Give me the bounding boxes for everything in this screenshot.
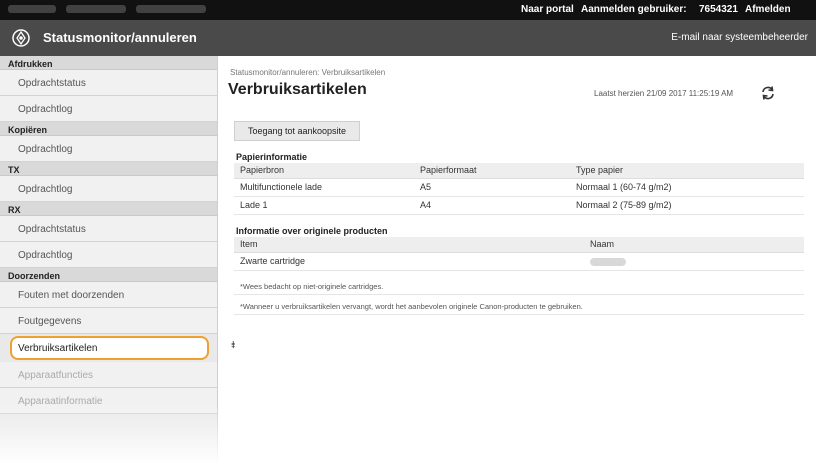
sidebar-section-rx: RX <box>0 202 217 216</box>
page-header-title: Statusmonitor/annuleren <box>43 30 197 45</box>
login-user-label: Aanmelden gebruiker: <box>581 4 687 15</box>
paper-size-cell: A5 <box>414 178 570 197</box>
top-bar: Naar portal Aanmelden gebruiker: 7654321… <box>0 0 816 20</box>
col-item: Item <box>234 237 584 253</box>
back-to-top-icon[interactable]: ⯒ <box>231 338 235 355</box>
refresh-icon[interactable] <box>760 85 776 101</box>
logout-link[interactable]: Afmelden <box>745 4 791 15</box>
blurred-cartridge-name <box>590 257 626 266</box>
sidebar: Afdrukken Opdrachtstatus Opdrachtlog Kop… <box>0 56 218 463</box>
name-cell <box>584 252 804 271</box>
paper-size-cell: A4 <box>414 196 570 215</box>
sidebar-item-error-data[interactable]: Foutgegevens <box>0 308 217 334</box>
sidebar-fade-overlay <box>0 403 218 463</box>
paper-type-cell: Normaal 1 (60-74 g/m2) <box>570 178 804 197</box>
header-bar: Statusmonitor/annuleren E-mail naar syst… <box>0 20 816 56</box>
table-row: Zwarte cartridge <box>234 252 804 271</box>
breadcrumb: Statusmonitor/annuleren: Verbruiksartike… <box>230 68 386 77</box>
paper-source-cell: Lade 1 <box>234 196 414 215</box>
sidebar-item-rx-job-status[interactable]: Opdrachtstatus <box>0 216 217 242</box>
sidebar-section-tx: TX <box>0 162 217 176</box>
sidebar-item-print-job-log[interactable]: Opdrachtlog <box>0 96 217 122</box>
non-genuine-warning: *Wees bedacht op niet-originele cartridg… <box>234 277 804 295</box>
last-updated: Laatst herzien 21/09 2017 11:25:19 AM <box>594 89 734 98</box>
blurred-device-name <box>8 5 248 14</box>
table-row: Multifunctionele lade A5 Normaal 1 (60-7… <box>234 178 804 197</box>
products-info-heading: Informatie over originele producten <box>236 226 388 236</box>
table-header-row: Item Naam <box>234 237 804 253</box>
consumables-panel: Toegang tot aankoopsite Papierinformatie… <box>228 111 806 329</box>
col-name: Naam <box>584 237 804 253</box>
sidebar-item-forwarding-errors[interactable]: Fouten met doorzenden <box>0 282 217 308</box>
login-user-id: 7654321 <box>699 4 738 15</box>
genuine-recommendation: *Wanneer u verbruiksartikelen vervangt, … <box>234 297 804 315</box>
paper-info-heading: Papierinformatie <box>236 152 308 162</box>
sidebar-item-print-job-status[interactable]: Opdrachtstatus <box>0 70 217 96</box>
portal-link[interactable]: Naar portal <box>521 4 574 15</box>
paper-info-table: Papierbron Papierformaat Type papier Mul… <box>234 163 804 215</box>
paper-source-cell: Multifunctionele lade <box>234 178 414 197</box>
sidebar-item-copy-job-log[interactable]: Opdrachtlog <box>0 136 217 162</box>
col-paper-type: Type papier <box>570 163 804 179</box>
col-paper-size: Papierformaat <box>414 163 570 179</box>
page-title: Verbruiksartikelen <box>228 81 367 98</box>
item-cell: Zwarte cartridge <box>234 252 584 271</box>
sidebar-section-print: Afdrukken <box>0 56 217 70</box>
sidebar-section-copy: Kopiëren <box>0 122 217 136</box>
paper-type-cell: Normaal 2 (75-89 g/m2) <box>570 196 804 215</box>
products-info-table: Item Naam Zwarte cartridge <box>234 237 804 271</box>
sidebar-item-rx-job-log[interactable]: Opdrachtlog <box>0 242 217 268</box>
sidebar-section-forwarding: Doorzenden <box>0 268 217 282</box>
sidebar-item-consumables[interactable]: Verbruiksartikelen <box>10 336 209 360</box>
sidebar-item-tx-job-log[interactable]: Opdrachtlog <box>0 176 217 202</box>
purchase-site-button[interactable]: Toegang tot aankoopsite <box>234 121 360 141</box>
status-monitor-icon <box>12 29 30 47</box>
table-header-row: Papierbron Papierformaat Type papier <box>234 163 804 179</box>
sidebar-item-device-features[interactable]: Apparaatfuncties <box>0 362 217 388</box>
mail-admin-link[interactable]: E-mail naar systeembeheerder <box>671 32 808 43</box>
col-paper-source: Papierbron <box>234 163 414 179</box>
table-row: Lade 1 A4 Normaal 2 (75-89 g/m2) <box>234 196 804 215</box>
